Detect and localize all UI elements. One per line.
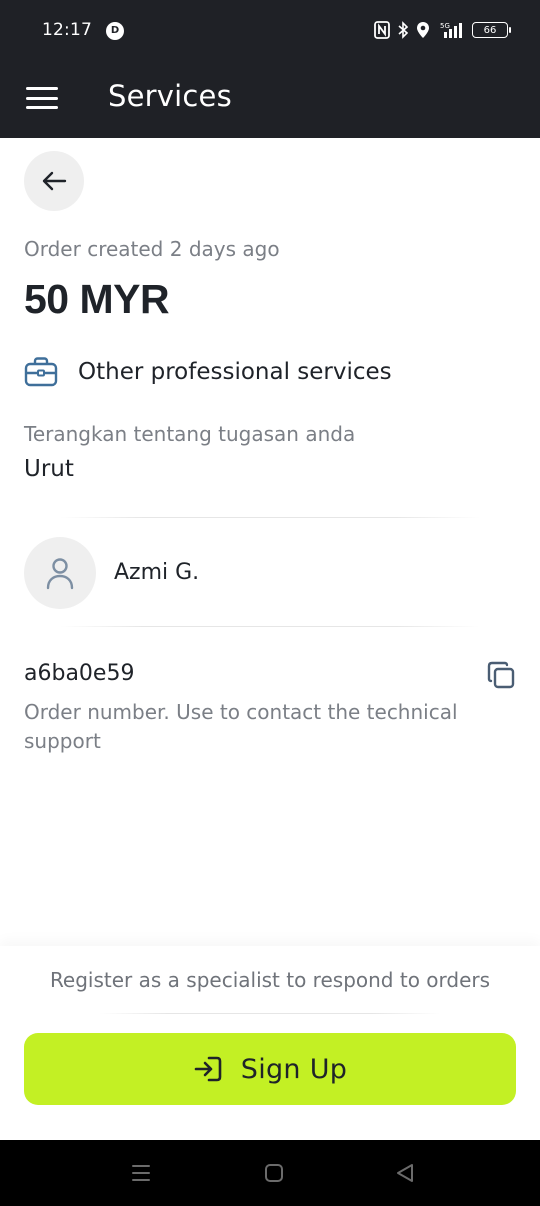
order-price: 50 MYR (24, 276, 170, 322)
recent-apps-icon[interactable] (128, 1160, 154, 1186)
status-bar: 12:17 D 5G 66 (0, 0, 540, 62)
user-icon (46, 558, 74, 590)
order-number: a6ba0e59 (24, 661, 135, 686)
battery-indicator: 66 (472, 22, 511, 38)
divider (60, 626, 480, 627)
divider (100, 1013, 440, 1014)
copy-icon[interactable] (486, 660, 516, 690)
sign-up-label: Sign Up (240, 1053, 348, 1085)
back-triangle-icon[interactable] (392, 1160, 418, 1186)
bluetooth-icon (398, 21, 408, 39)
system-navigation-bar (0, 1140, 540, 1206)
hamburger-menu-icon[interactable] (26, 84, 58, 112)
description-label: Terangkan tentang tugasan anda (24, 422, 356, 446)
sign-in-icon (194, 1056, 222, 1082)
avatar[interactable] (24, 537, 96, 609)
battery-level: 66 (483, 24, 497, 36)
network-label: 5G (440, 22, 450, 30)
briefcase-icon (24, 357, 58, 387)
page-title: Services (108, 79, 232, 113)
order-number-hint: Order number. Use to contact the technic… (24, 700, 458, 753)
divider (60, 517, 480, 518)
app-notification-icon: D (106, 22, 124, 40)
status-icons: 5G 66 (374, 18, 511, 42)
order-created-text: Order created 2 days ago (24, 237, 280, 261)
category-label: Other professional services (78, 359, 392, 385)
status-time: 12:17 (42, 20, 92, 40)
sign-up-button[interactable]: Sign Up (24, 1033, 516, 1105)
nfc-icon (374, 21, 390, 39)
description-value: Urut (24, 456, 74, 482)
5g-signal-icon: 5G (440, 22, 462, 38)
order-category: Other professional services (24, 354, 392, 390)
home-icon[interactable] (261, 1160, 287, 1186)
location-icon (417, 22, 429, 38)
arrow-left-icon (42, 171, 67, 191)
app-bar: Services (0, 62, 540, 138)
back-button[interactable] (24, 151, 84, 211)
register-prompt: Register as a specialist to respond to o… (49, 968, 491, 992)
customer-name[interactable]: Azmi G. (114, 560, 199, 585)
